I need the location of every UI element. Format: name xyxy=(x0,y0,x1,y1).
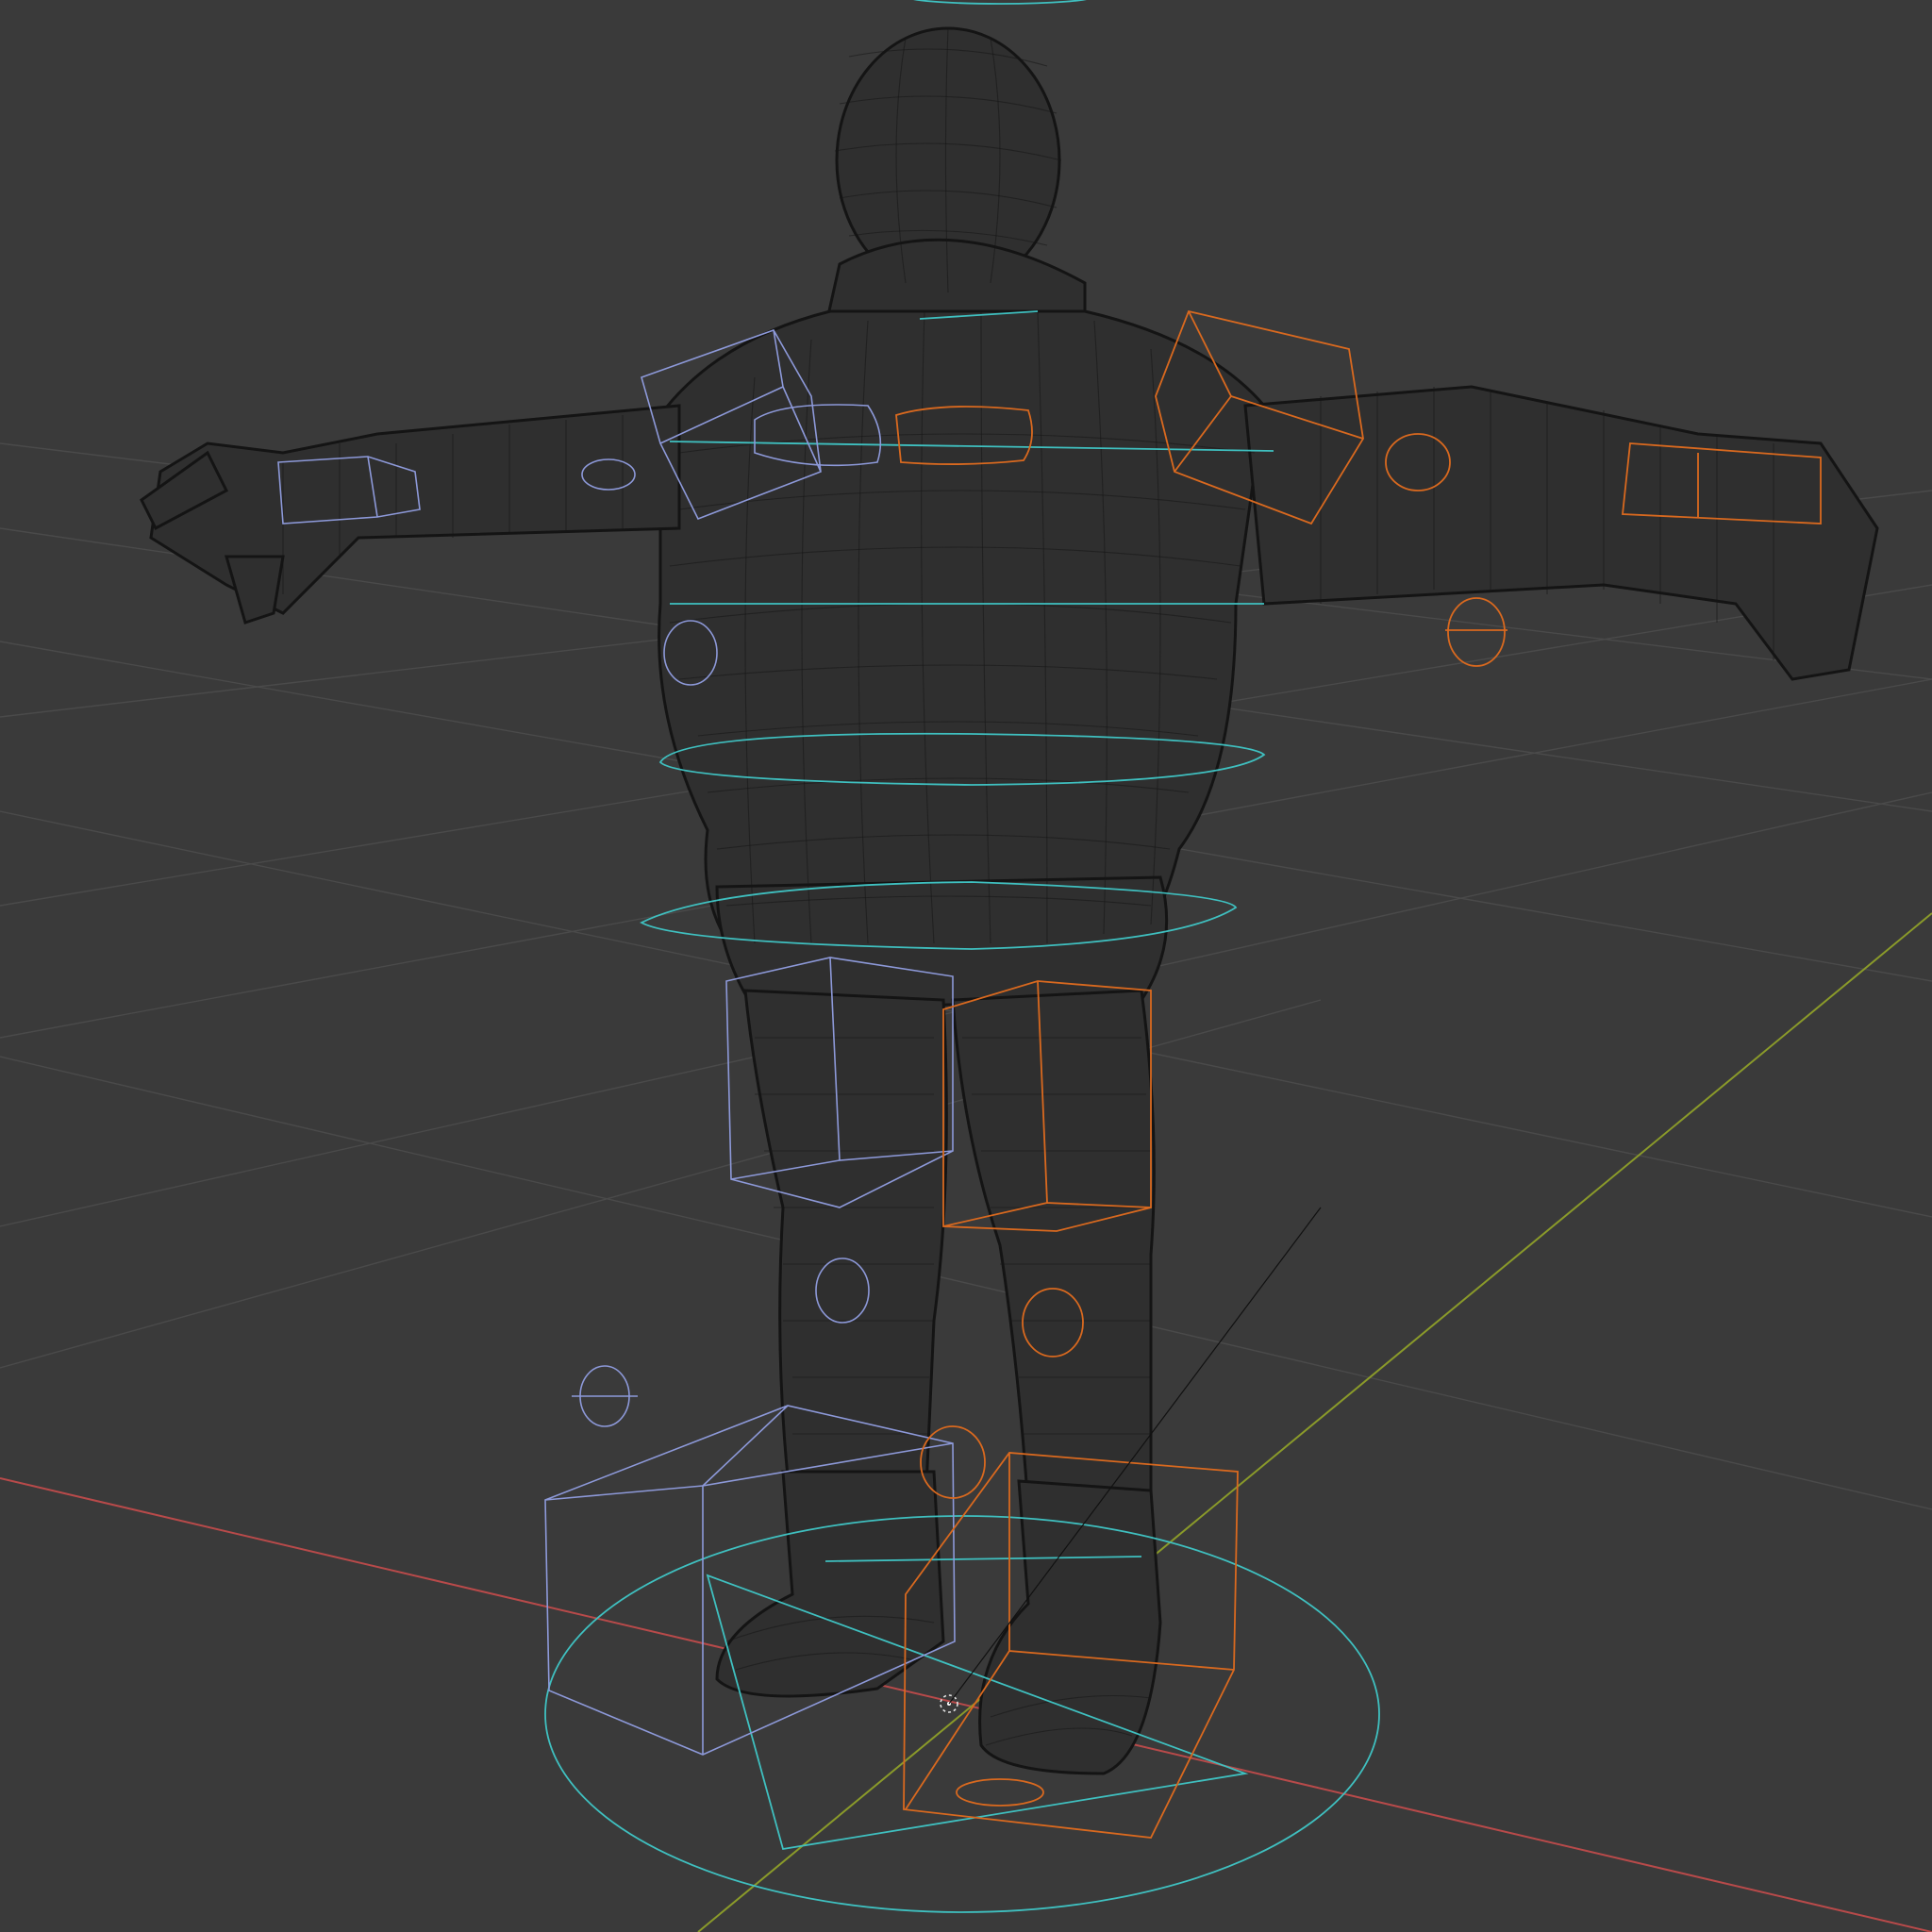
x-axis-line xyxy=(0,1477,1932,1932)
arm-pole-r-control xyxy=(1447,597,1506,667)
head-top-control xyxy=(912,0,1088,5)
viewport-canvas[interactable] xyxy=(0,0,1932,1932)
3d-viewport[interactable] xyxy=(0,0,1932,1932)
heel-r-control xyxy=(956,1778,1044,1807)
